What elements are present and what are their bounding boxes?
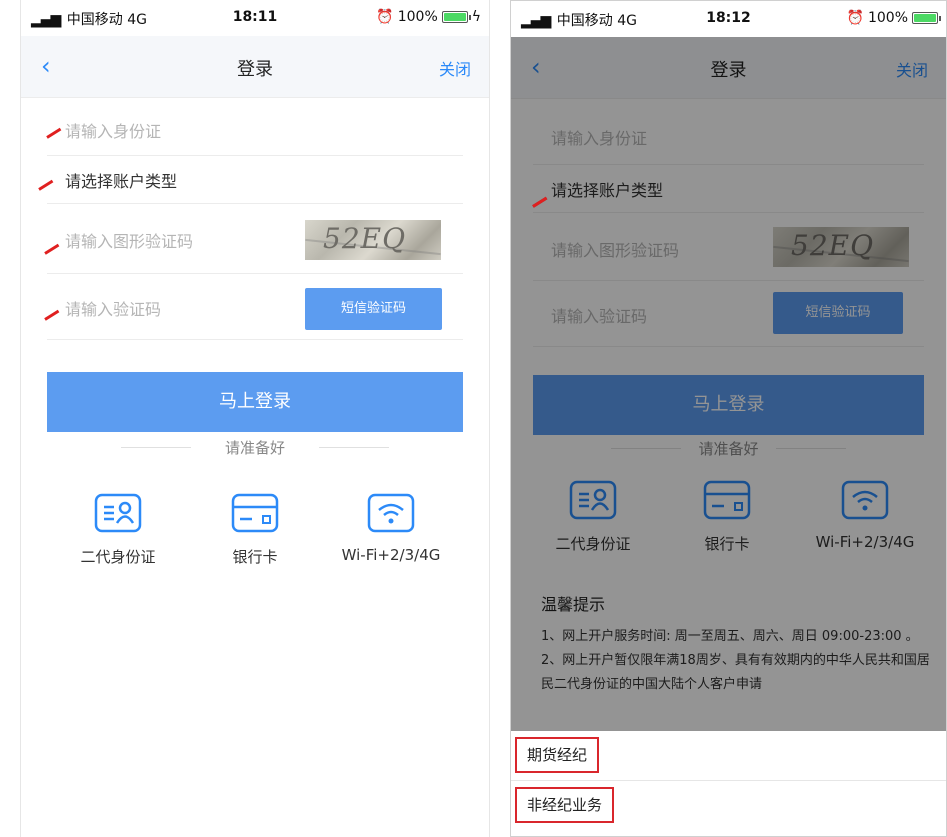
captcha-placeholder: 请输入图形验证码 [65,232,194,251]
phone-screen-left: ▂▄▆ 中国移动 4G 18:11 ⏰ 100% ϟ ‹ 登录 关闭 请输入身份… [20,0,490,837]
sms-code-button[interactable]: 短信验证码 [305,288,442,330]
captcha-image[interactable]: 52EQ [305,220,441,260]
screenshot-stage: ▂▄▆ 中国移动 4G 18:11 ⏰ 100% ϟ ‹ 登录 关闭 请输入身份… [0,0,947,837]
sheet-option-non-brokerage[interactable]: 非经纪业务 [511,781,946,831]
battery-icon [441,11,471,23]
battery-info: ⏰ 100% ϟ [376,9,481,25]
sheet-option-futures[interactable]: 期货经纪 [511,731,946,781]
alarm-icon: ⏰ [846,10,864,26]
modal-overlay[interactable] [511,37,946,836]
page-title: 登录 [237,59,273,80]
status-bar: ▂▄▆ 中国移动 4G 18:11 ⏰ 100% ϟ [21,0,489,36]
battery-percent: 100% [867,10,908,26]
charging-icon: ϟ [471,9,481,25]
captcha-text: 52EQ [323,222,407,255]
status-bar: ▂▄▆ 中国移动 4G 18:12 ⏰ 100% [511,1,946,37]
id-card-icon [94,493,142,533]
battery-icon [912,12,941,24]
requirement-id-card: 二代身份证 [48,492,188,567]
prep-title: 请准备好 [21,437,489,458]
phone-screen-right: ▂▄▆ 中国移动 4G 18:12 ⏰ 100% ‹ 登录 关闭 请输入身份证 … [510,0,947,837]
account-type-sheet: 期货经纪 非经纪业务 [511,731,946,836]
login-button[interactable]: 马上登录 [47,372,463,432]
nav-bar: ‹ 登录 关闭 [21,36,489,98]
battery-info: ⏰ 100% [846,10,941,26]
alarm-icon: ⏰ [376,9,394,25]
close-button[interactable]: 关闭 [439,56,471,80]
account-type-select[interactable]: 请选择账户类型 [47,156,463,204]
sms-code-placeholder: 请输入验证码 [65,300,162,319]
requirement-bank-card: 银行卡 [185,492,325,567]
account-type-label: 请选择账户类型 [65,172,178,191]
id-number-placeholder: 请输入身份证 [65,122,162,141]
wifi-icon [367,493,415,533]
requirement-label: Wi-Fi+2/3/4G [341,546,441,564]
option-label: 期货经纪 [515,737,600,773]
requirement-network: Wi-Fi+2/3/4G [321,492,461,564]
bank-card-icon [231,493,279,533]
option-label: 非经纪业务 [515,787,615,823]
requirement-label: 二代身份证 [80,548,156,566]
requirement-label: 银行卡 [232,548,278,566]
battery-percent: 100% [397,9,438,25]
id-number-field[interactable]: 请输入身份证 [47,104,463,156]
